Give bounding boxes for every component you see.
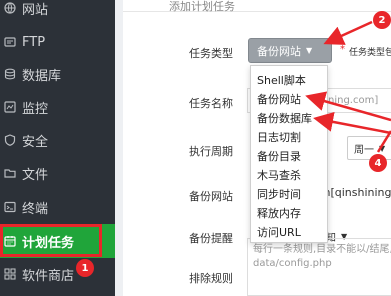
shield-icon <box>2 132 18 148</box>
sidebar-item-label: 文件 <box>22 167 49 183</box>
task-type-hint: 任务类型包 <box>349 48 391 58</box>
sidebar-item-security[interactable]: 安全 <box>0 123 115 157</box>
dropdown-option-backup-db[interactable]: 备份数据库 <box>251 108 327 127</box>
highlight-box <box>0 224 102 257</box>
task-type-label: 任务类型 <box>189 47 233 60</box>
sidebar-item-files[interactable]: 文件 <box>0 156 115 190</box>
exclude-placeholder-line1: 每行一条规则,目录不能以/结尾, 示 <box>253 244 391 255</box>
apps-icon <box>2 266 18 282</box>
step-badge-4: 4 <box>369 154 387 172</box>
dropdown-option-sync-time[interactable]: 同步时间 <box>251 184 327 203</box>
task-type-dropdown: Shell脚本 备份网站 备份数据库 日志切割 备份目录 木马查杀 同步时间 释… <box>250 65 328 243</box>
sidebar-item-websites[interactable]: 网站 <box>0 0 115 25</box>
dropdown-option-free-memory[interactable]: 释放内存 <box>251 203 327 222</box>
step-badge-2: 2 <box>373 11 391 29</box>
caret-down-icon: ▼ <box>306 46 313 55</box>
sidebar-item-store[interactable]: 软件商店 <box>0 257 115 291</box>
monitor-icon <box>2 99 18 115</box>
database-icon <box>2 66 18 82</box>
dropdown-option-log-cut[interactable]: 日志切割 <box>251 127 327 146</box>
task-type-value: 备份网站 <box>257 44 301 58</box>
terminal-icon <box>2 199 18 215</box>
sidebar-item-label: FTP <box>22 34 46 50</box>
backup-site-label: 备份网站 <box>189 190 233 203</box>
exclude-rules-textarea[interactable]: 每行一条规则,目录不能以/结尾, 示 data/config.php <box>247 238 391 296</box>
task-name-value: ning.com] <box>328 95 379 106</box>
sidebar-item-label: 安全 <box>22 134 49 150</box>
task-name-label: 任务名称 <box>189 97 233 110</box>
sidebar-item-database[interactable]: 数据库 <box>0 57 115 91</box>
caret-down-icon: ▼ <box>379 143 386 153</box>
backup-notify-label: 备份提醒 <box>189 232 233 245</box>
dropdown-option-trojan-scan[interactable]: 木马查杀 <box>251 165 327 184</box>
exclude-rules-label: 排除规则 <box>189 272 233 285</box>
folder-icon <box>2 165 18 181</box>
ftp-icon <box>2 34 18 50</box>
sidebar-item-label: 终端 <box>22 201 49 217</box>
sidebar-item-ftp[interactable]: FTP <box>0 25 115 59</box>
required-mark: * <box>340 44 345 55</box>
globe-icon <box>2 0 18 16</box>
dropdown-option-visit-url[interactable]: 访问URL <box>251 222 327 241</box>
dropdown-option-backup-dir[interactable]: 备份目录 <box>251 146 327 165</box>
sidebar-item-monitor[interactable]: 监控 <box>0 90 115 124</box>
header-strip: 添加计划任务 <box>123 0 391 13</box>
cycle-value: 周一 <box>354 144 374 156</box>
sidebar-item-label: 软件商店 <box>22 268 75 284</box>
dropdown-option-backup-site[interactable]: 备份网站 <box>251 89 327 108</box>
task-type-select[interactable]: 备份网站 ▼ <box>248 38 332 63</box>
dropdown-option-shell[interactable]: Shell脚本 <box>251 70 327 89</box>
step-badge-1: 1 <box>76 259 94 277</box>
exclude-placeholder-line2: data/config.php <box>253 258 332 269</box>
sidebar-item-label: 网站 <box>22 2 49 18</box>
page-title: 添加计划任务 <box>169 0 235 13</box>
sidebar-item-terminal[interactable]: 终端 <box>0 190 115 224</box>
sidebar-item-label: 数据库 <box>22 68 62 84</box>
sidebar-item-label: 监控 <box>22 101 49 117</box>
cycle-label: 执行周期 <box>189 145 233 158</box>
